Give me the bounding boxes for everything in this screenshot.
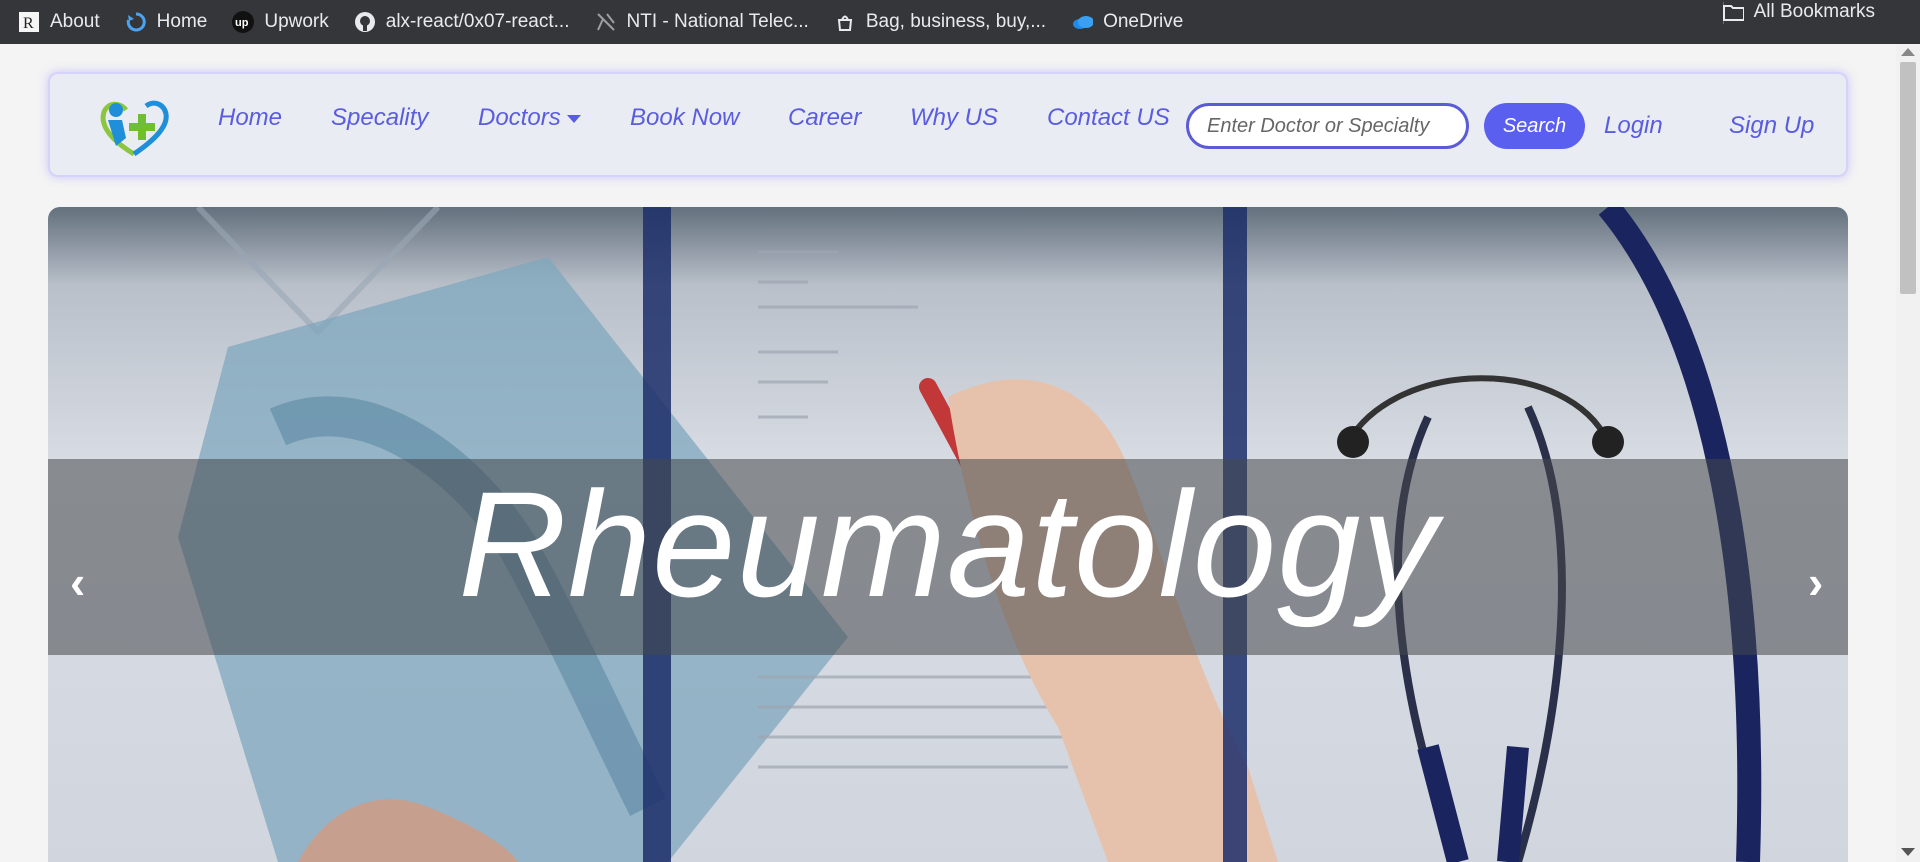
svg-text:R: R	[23, 15, 34, 32]
nti-icon	[595, 11, 617, 33]
bookmarks-bar: R About Home up Upwork alx-react/0x07-re…	[0, 0, 1920, 44]
nav-contact-us[interactable]: Contact US	[1047, 104, 1170, 132]
login-link[interactable]: Login	[1604, 112, 1663, 140]
svg-text:up: up	[235, 17, 249, 29]
bookmark-label: About	[50, 11, 100, 32]
search-input[interactable]	[1186, 103, 1469, 149]
bookmark-about[interactable]: R About	[18, 0, 113, 44]
nav-why-us[interactable]: Why US	[910, 104, 998, 132]
signup-link[interactable]: Sign Up	[1729, 112, 1814, 140]
github-icon	[354, 11, 376, 33]
folder-icon	[1722, 1, 1744, 23]
carousel-next-arrow[interactable]: ›	[1808, 555, 1823, 609]
all-bookmarks[interactable]: All Bookmarks	[1722, 0, 1888, 24]
nav-career[interactable]: Career	[788, 104, 861, 132]
page-scrollbar[interactable]	[1896, 44, 1920, 862]
bookmark-bag[interactable]: Bag, business, buy,...	[834, 0, 1059, 44]
bookmark-home[interactable]: Home	[125, 0, 221, 44]
scroll-down-arrow-icon[interactable]	[1901, 848, 1915, 856]
nav-book-now[interactable]: Book Now	[630, 104, 739, 132]
search-button[interactable]: Search	[1484, 103, 1585, 149]
bookmark-label: OneDrive	[1103, 11, 1184, 32]
refresh-icon	[125, 11, 147, 33]
upwork-icon: up	[232, 11, 255, 33]
caret-down-icon	[566, 114, 581, 123]
medical-logo[interactable]	[94, 94, 174, 160]
bookmark-github[interactable]: alx-react/0x07-react...	[354, 0, 583, 44]
bookmark-upwork[interactable]: up Upwork	[232, 0, 341, 44]
site-navbar: Home Specality Doctors Book Now Career W…	[48, 72, 1848, 177]
bookmark-label: Upwork	[264, 11, 329, 32]
bookmark-onedrive[interactable]: OneDrive	[1071, 0, 1196, 44]
all-bookmarks-label: All Bookmarks	[1753, 1, 1875, 22]
nav-doctors-label: Doctors	[478, 104, 561, 131]
hero-carousel: Rheumatology ‹ ›	[48, 207, 1848, 862]
bag-icon	[834, 11, 856, 33]
bookmark-label: alx-react/0x07-react...	[385, 11, 570, 32]
onedrive-icon	[1071, 11, 1094, 33]
nav-speciality[interactable]: Specality	[331, 104, 428, 132]
bookmark-label: NTI - National Telec...	[626, 11, 809, 32]
scroll-thumb[interactable]	[1900, 62, 1916, 294]
bookmark-label: Home	[156, 11, 208, 32]
bookmark-nti[interactable]: NTI - National Telec...	[595, 0, 822, 44]
r-icon: R	[18, 11, 40, 33]
nav-doctors[interactable]: Doctors	[478, 104, 581, 132]
bookmark-label: Bag, business, buy,...	[865, 11, 1047, 32]
carousel-prev-arrow[interactable]: ‹	[70, 555, 85, 609]
nav-home[interactable]: Home	[218, 104, 282, 132]
hero-caption: Rheumatology	[458, 460, 1438, 628]
scroll-up-arrow-icon[interactable]	[1901, 48, 1915, 56]
